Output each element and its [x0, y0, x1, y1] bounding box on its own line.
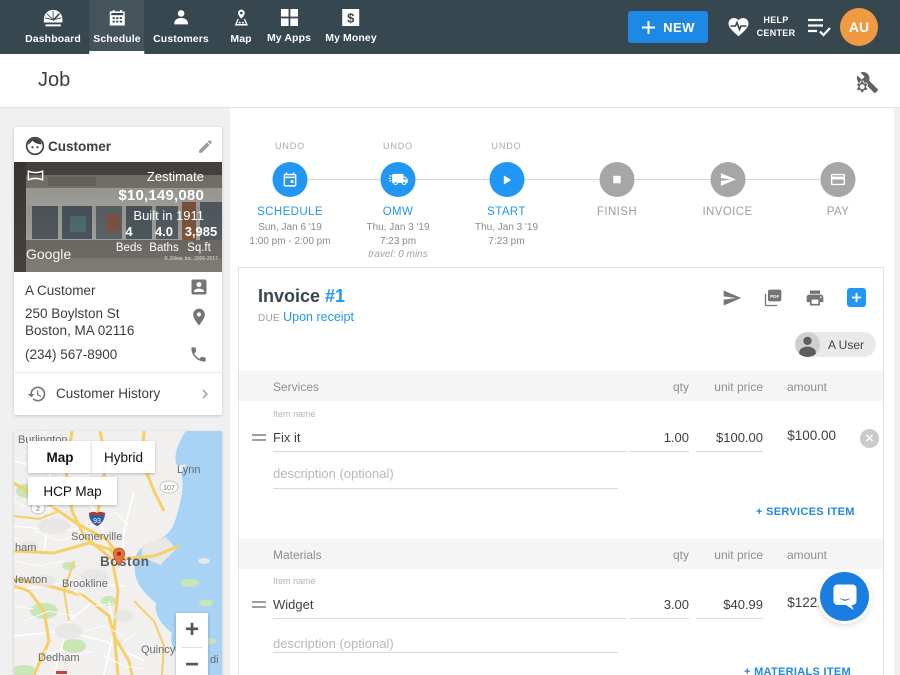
- svg-text:Somerville: Somerville: [71, 531, 122, 543]
- svg-text:Brookline: Brookline: [62, 578, 108, 590]
- svg-text:Newton: Newton: [14, 574, 47, 586]
- svg-text:Quincy: Quincy: [141, 644, 176, 656]
- svg-text:PDF: PDF: [770, 294, 779, 299]
- svg-text:di: di: [210, 654, 219, 666]
- svg-text:93: 93: [93, 518, 101, 525]
- svg-text:ham: ham: [15, 542, 36, 554]
- svg-text:Lynn: Lynn: [177, 464, 200, 476]
- svg-text:$: $: [347, 11, 355, 26]
- svg-text:Dedham: Dedham: [38, 652, 80, 664]
- svg-text:107: 107: [163, 485, 175, 492]
- svg-text:2: 2: [36, 506, 40, 513]
